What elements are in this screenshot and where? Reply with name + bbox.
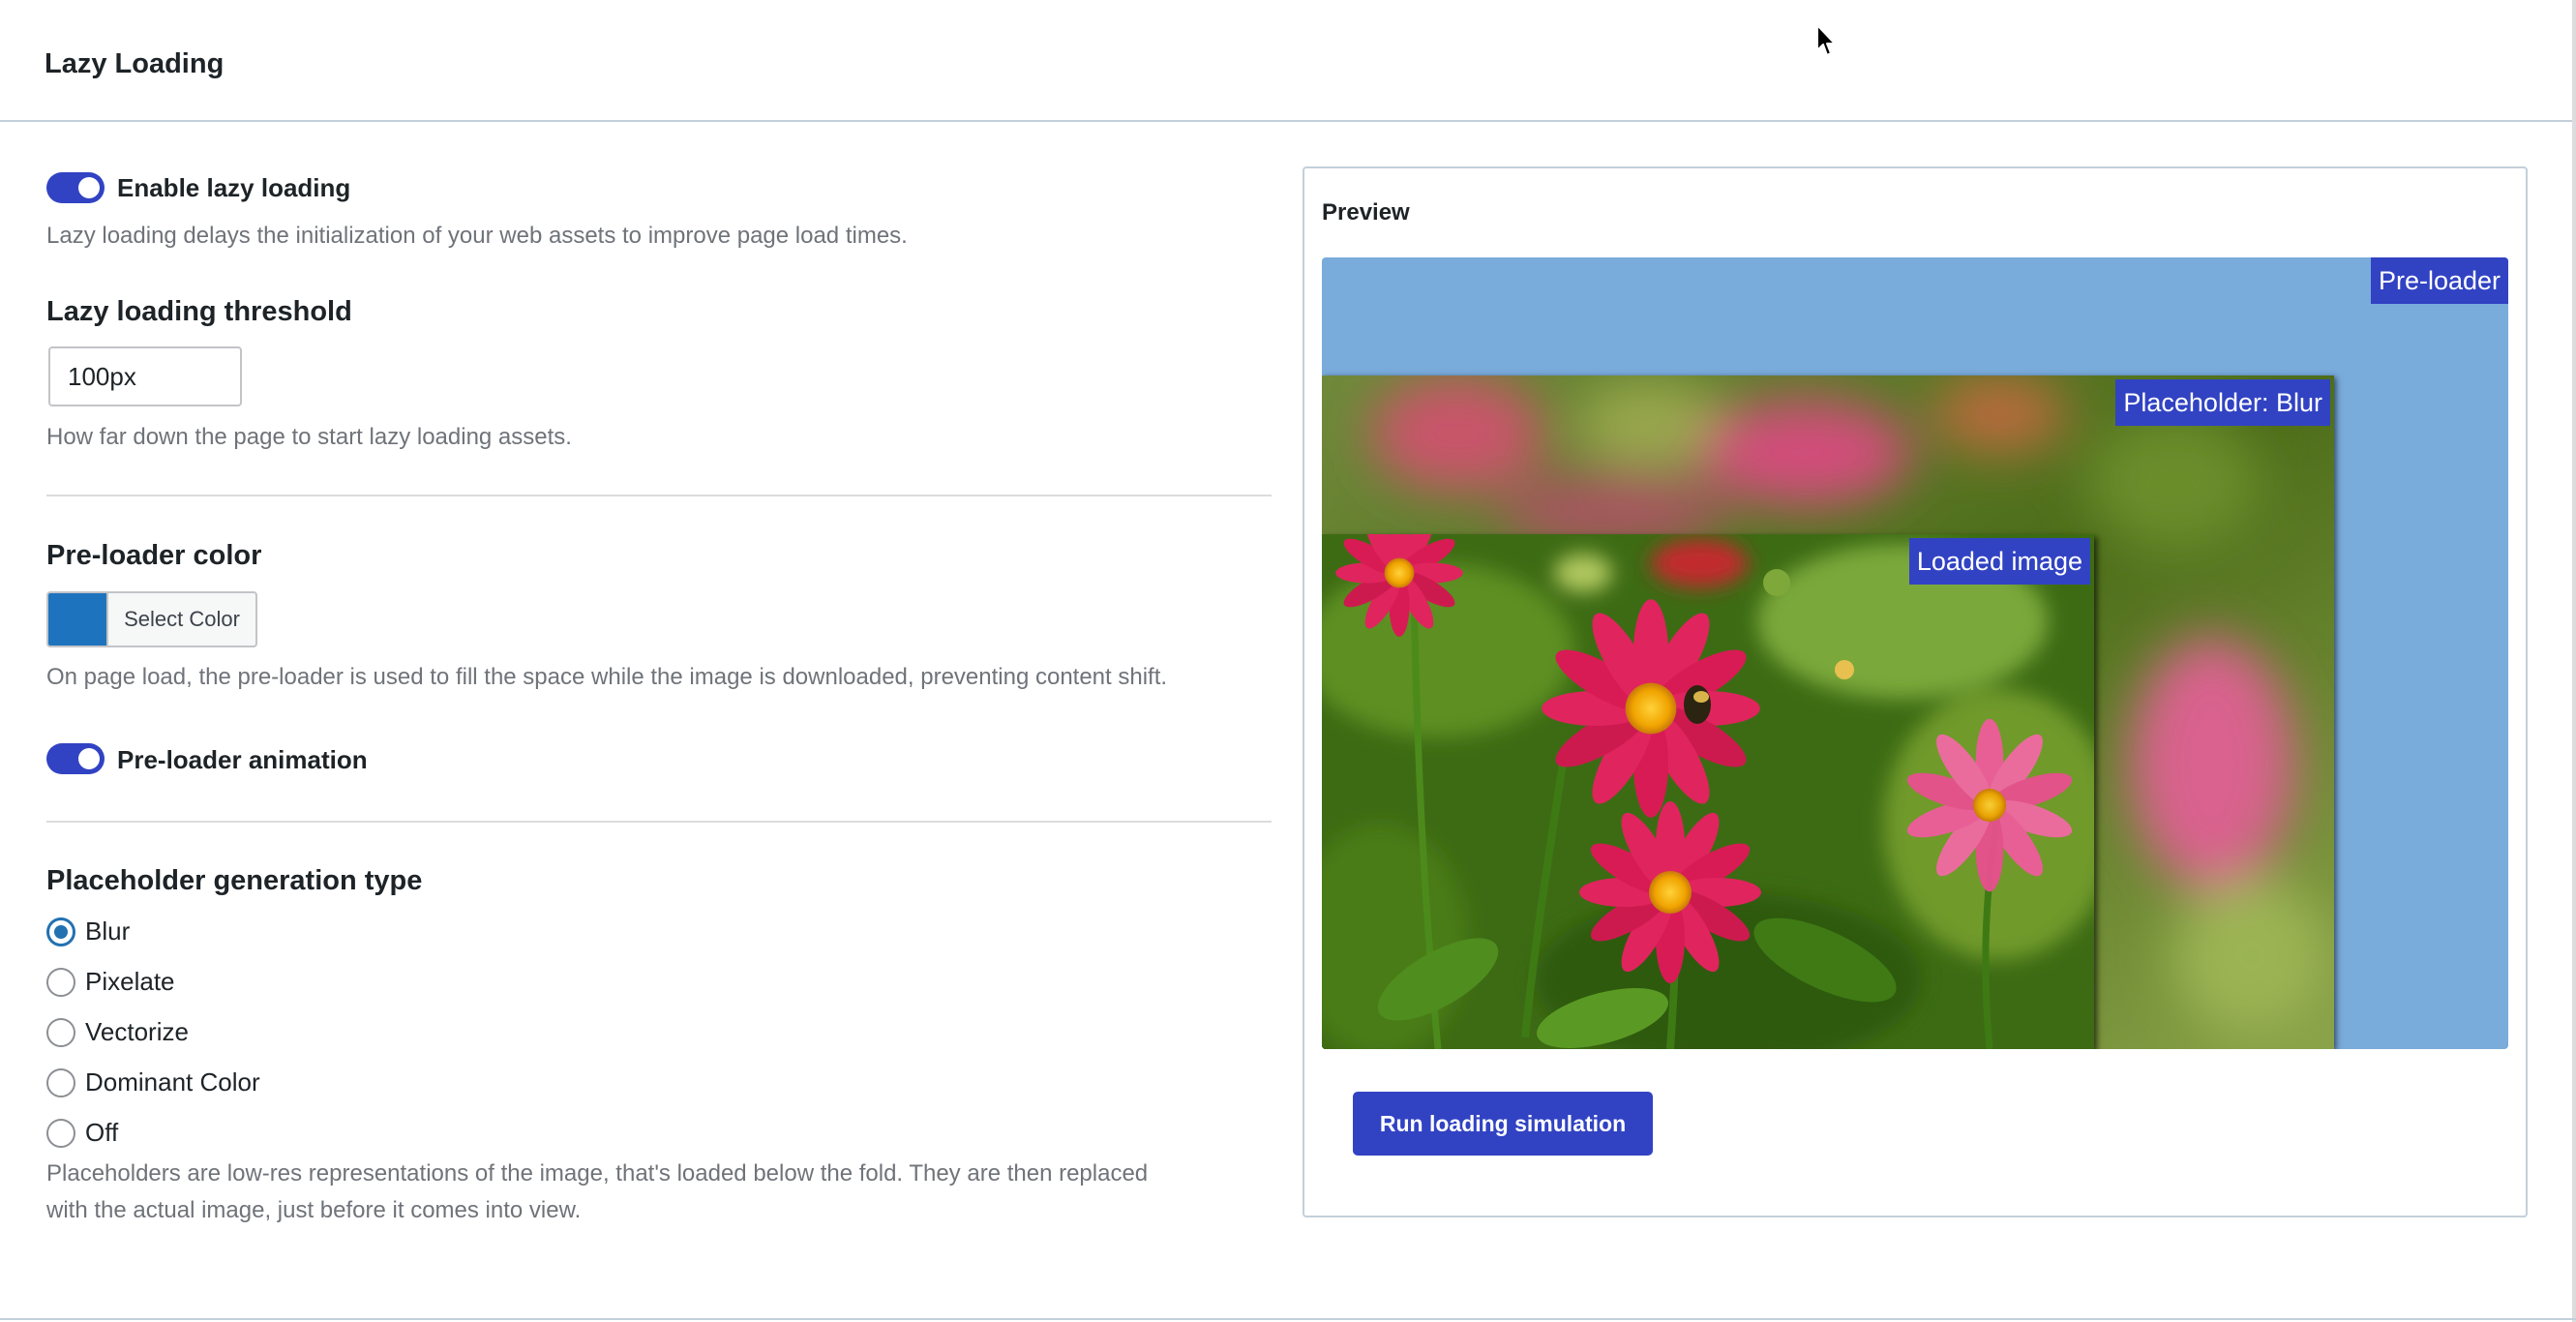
- lazy-loading-settings-page: Lazy Loading Enable lazy loading Lazy lo…: [0, 0, 2576, 1322]
- placeholder-help-line-1: Placeholders are low-res representations…: [46, 1160, 1149, 1187]
- flower-photo: [1322, 534, 2094, 1049]
- page-title: Lazy Loading: [45, 48, 225, 79]
- threshold-help: How far down the page to start lazy load…: [46, 424, 572, 450]
- preloader-tag: Pre-loader: [2370, 257, 2508, 304]
- radio-button[interactable]: [46, 1017, 75, 1047]
- radio-label: Off: [85, 1118, 119, 1147]
- threshold-input[interactable]: [48, 346, 242, 406]
- scrollbar-rail: [2572, 0, 2576, 1322]
- preloader-color-picker[interactable]: Select Color: [46, 591, 257, 647]
- radio-option-vectorize[interactable]: Vectorize: [46, 1017, 189, 1047]
- enable-lazy-loading-label: Enable lazy loading: [117, 173, 351, 202]
- radio-button[interactable]: [46, 967, 75, 997]
- enable-lazy-loading-toggle[interactable]: [46, 172, 105, 203]
- preloader-color-heading: Pre-loader color: [46, 540, 262, 571]
- preview-title: Preview: [1322, 199, 1410, 225]
- preloader-animation-label: Pre-loader animation: [117, 745, 368, 774]
- radio-option-pixelate[interactable]: Pixelate: [46, 967, 175, 997]
- select-color-button[interactable]: Select Color: [108, 593, 255, 646]
- radio-label: Blur: [85, 916, 131, 946]
- loaded-image-tag: Loaded image: [1908, 538, 2090, 585]
- placeholder-type-heading: Placeholder generation type: [46, 865, 423, 896]
- radio-option-blur[interactable]: Blur: [46, 916, 130, 946]
- radio-button[interactable]: [46, 916, 75, 946]
- section-divider: [46, 495, 1272, 496]
- bottom-border: [0, 1318, 2576, 1320]
- lazy-loading-description: Lazy loading delays the initialization o…: [46, 223, 908, 249]
- mouse-pointer-icon: [1816, 24, 1836, 56]
- threshold-heading: Lazy loading threshold: [46, 296, 352, 327]
- placeholder-help-line-2: with the actual image, just before it co…: [46, 1197, 582, 1223]
- preloader-animation-toggle[interactable]: [46, 743, 105, 774]
- color-swatch[interactable]: [48, 593, 108, 646]
- loaded-image: Loaded image: [1322, 534, 2094, 1049]
- radio-option-off[interactable]: Off: [46, 1118, 118, 1148]
- section-divider: [46, 821, 1272, 823]
- radio-label: Vectorize: [85, 1017, 189, 1046]
- preloader-color-help: On page load, the pre-loader is used to …: [46, 664, 1168, 690]
- page-header: Lazy Loading: [0, 0, 2576, 122]
- radio-label: Dominant Color: [85, 1067, 260, 1097]
- toggle-knob: [78, 748, 100, 769]
- toggle-knob: [78, 177, 100, 198]
- radio-button[interactable]: [46, 1118, 75, 1148]
- placeholder-blur-tag: Placeholder: Blur: [2115, 379, 2330, 426]
- preview-stage: Pre-loader Placeholder: Blur Loaded imag…: [1322, 257, 2508, 1049]
- radio-label: Pixelate: [85, 967, 175, 996]
- radio-button[interactable]: [46, 1067, 75, 1097]
- radio-option-dominant-color[interactable]: Dominant Color: [46, 1067, 260, 1097]
- run-loading-simulation-button[interactable]: Run loading simulation: [1353, 1092, 1653, 1156]
